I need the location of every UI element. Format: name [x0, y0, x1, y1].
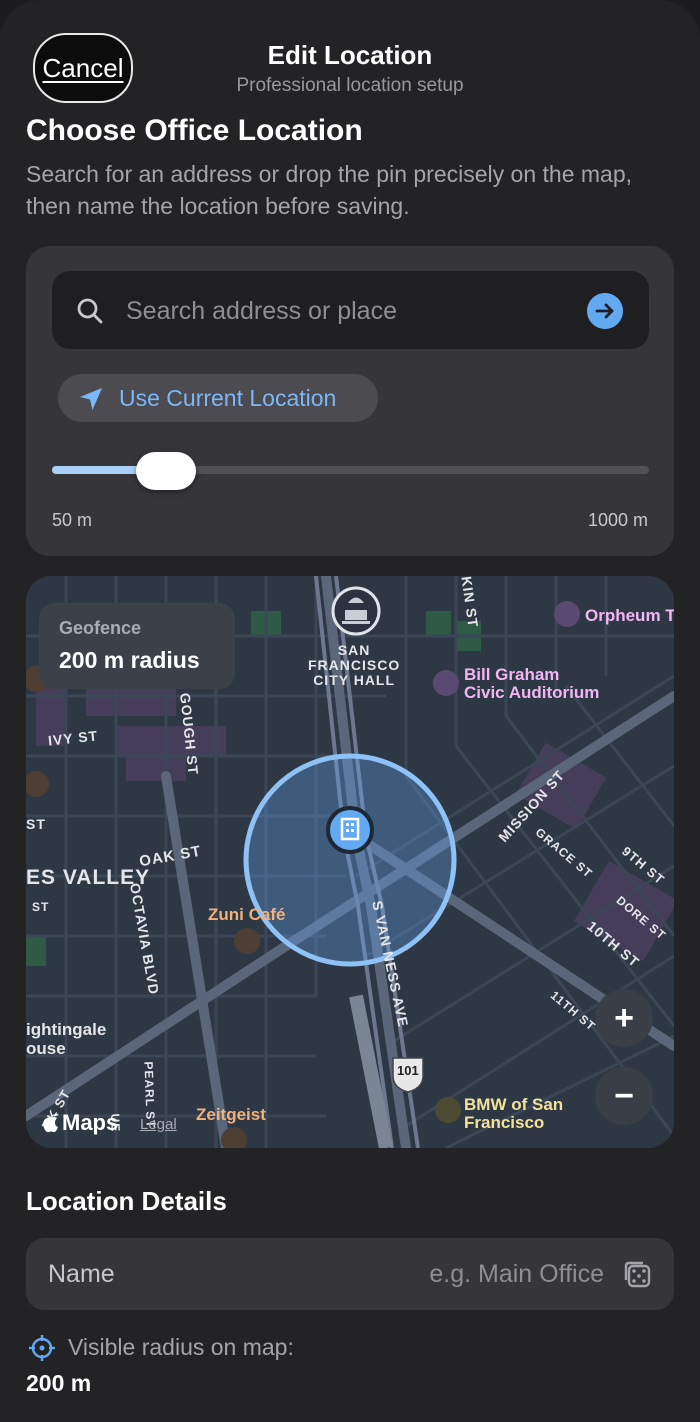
map-label-city-hall: SAN FRANCISCO CITY HALL	[308, 642, 401, 688]
map-poi-zuni-cafe: Zuni Café	[208, 905, 286, 924]
nav-subtitle: Professional location setup	[236, 75, 464, 96]
location-arrow-icon	[80, 388, 102, 410]
maps-attribution: Maps	[42, 1110, 118, 1136]
zoom-out-button[interactable]: −	[595, 1067, 653, 1125]
maps-attribution-label: Maps	[62, 1110, 119, 1135]
crosshair-icon	[29, 1335, 55, 1361]
map-poi-bmw: BMW of San Francisco	[464, 1095, 564, 1132]
geofence-value: 200 m radius	[59, 647, 200, 673]
search-icon	[77, 298, 103, 324]
page-heading: Choose Office Location	[26, 114, 363, 147]
nav-title: Edit Location	[267, 40, 433, 70]
map-poi-zeitgeist: Zeitgeist	[196, 1105, 266, 1124]
arrow-right-circle-icon[interactable]	[587, 293, 623, 329]
name-field-label: Name	[48, 1260, 115, 1288]
apple-logo-icon	[43, 1112, 58, 1133]
legal-link[interactable]: Legal	[140, 1116, 177, 1133]
zoom-in-button[interactable]: +	[595, 989, 653, 1047]
edit-location-sheet: Cancel Edit Location Professional locati…	[0, 0, 700, 1422]
map-poi-nightingale-house: ightingale ouse	[26, 1020, 107, 1058]
map-poi-orpheum: Orpheum T	[585, 606, 674, 625]
radius-slider-thumb[interactable]	[136, 452, 196, 490]
geofence-card: Geofence 200 m radius	[39, 603, 235, 689]
search-card: Search address or place Use Current Loca…	[26, 246, 674, 556]
slider-min-label: 50 m	[52, 510, 93, 530]
search-input[interactable]: Search address or place	[126, 297, 397, 326]
name-field[interactable]: Name e.g. Main Office	[26, 1238, 674, 1310]
slider-max-label: 1000 m	[587, 510, 648, 530]
page-description: Search for an address or drop the pin pr…	[26, 161, 633, 219]
location-details-heading: Location Details	[26, 1186, 227, 1216]
map-label-st-1: ST	[26, 816, 46, 832]
geofence-title: Geofence	[59, 618, 142, 638]
use-current-location-label: Use Current Location	[119, 385, 337, 411]
map-label-st-2: ST	[32, 900, 50, 914]
use-current-location-button[interactable]: Use Current Location	[58, 374, 378, 422]
map-poi-bill-graham: Bill Graham Civic Auditorium	[464, 665, 600, 702]
dice-icon[interactable]	[622, 1259, 652, 1289]
radius-caption: Visible radius on map:	[68, 1334, 294, 1360]
map-view[interactable]: SAN FRANCISCO CITY HALL Bill Graham Civi…	[26, 576, 674, 1148]
map-highway-101: 101	[397, 1063, 419, 1078]
search-field[interactable]: Search address or place	[52, 271, 649, 349]
radius-value: 200 m	[26, 1370, 92, 1396]
name-input[interactable]: e.g. Main Office	[429, 1260, 604, 1289]
